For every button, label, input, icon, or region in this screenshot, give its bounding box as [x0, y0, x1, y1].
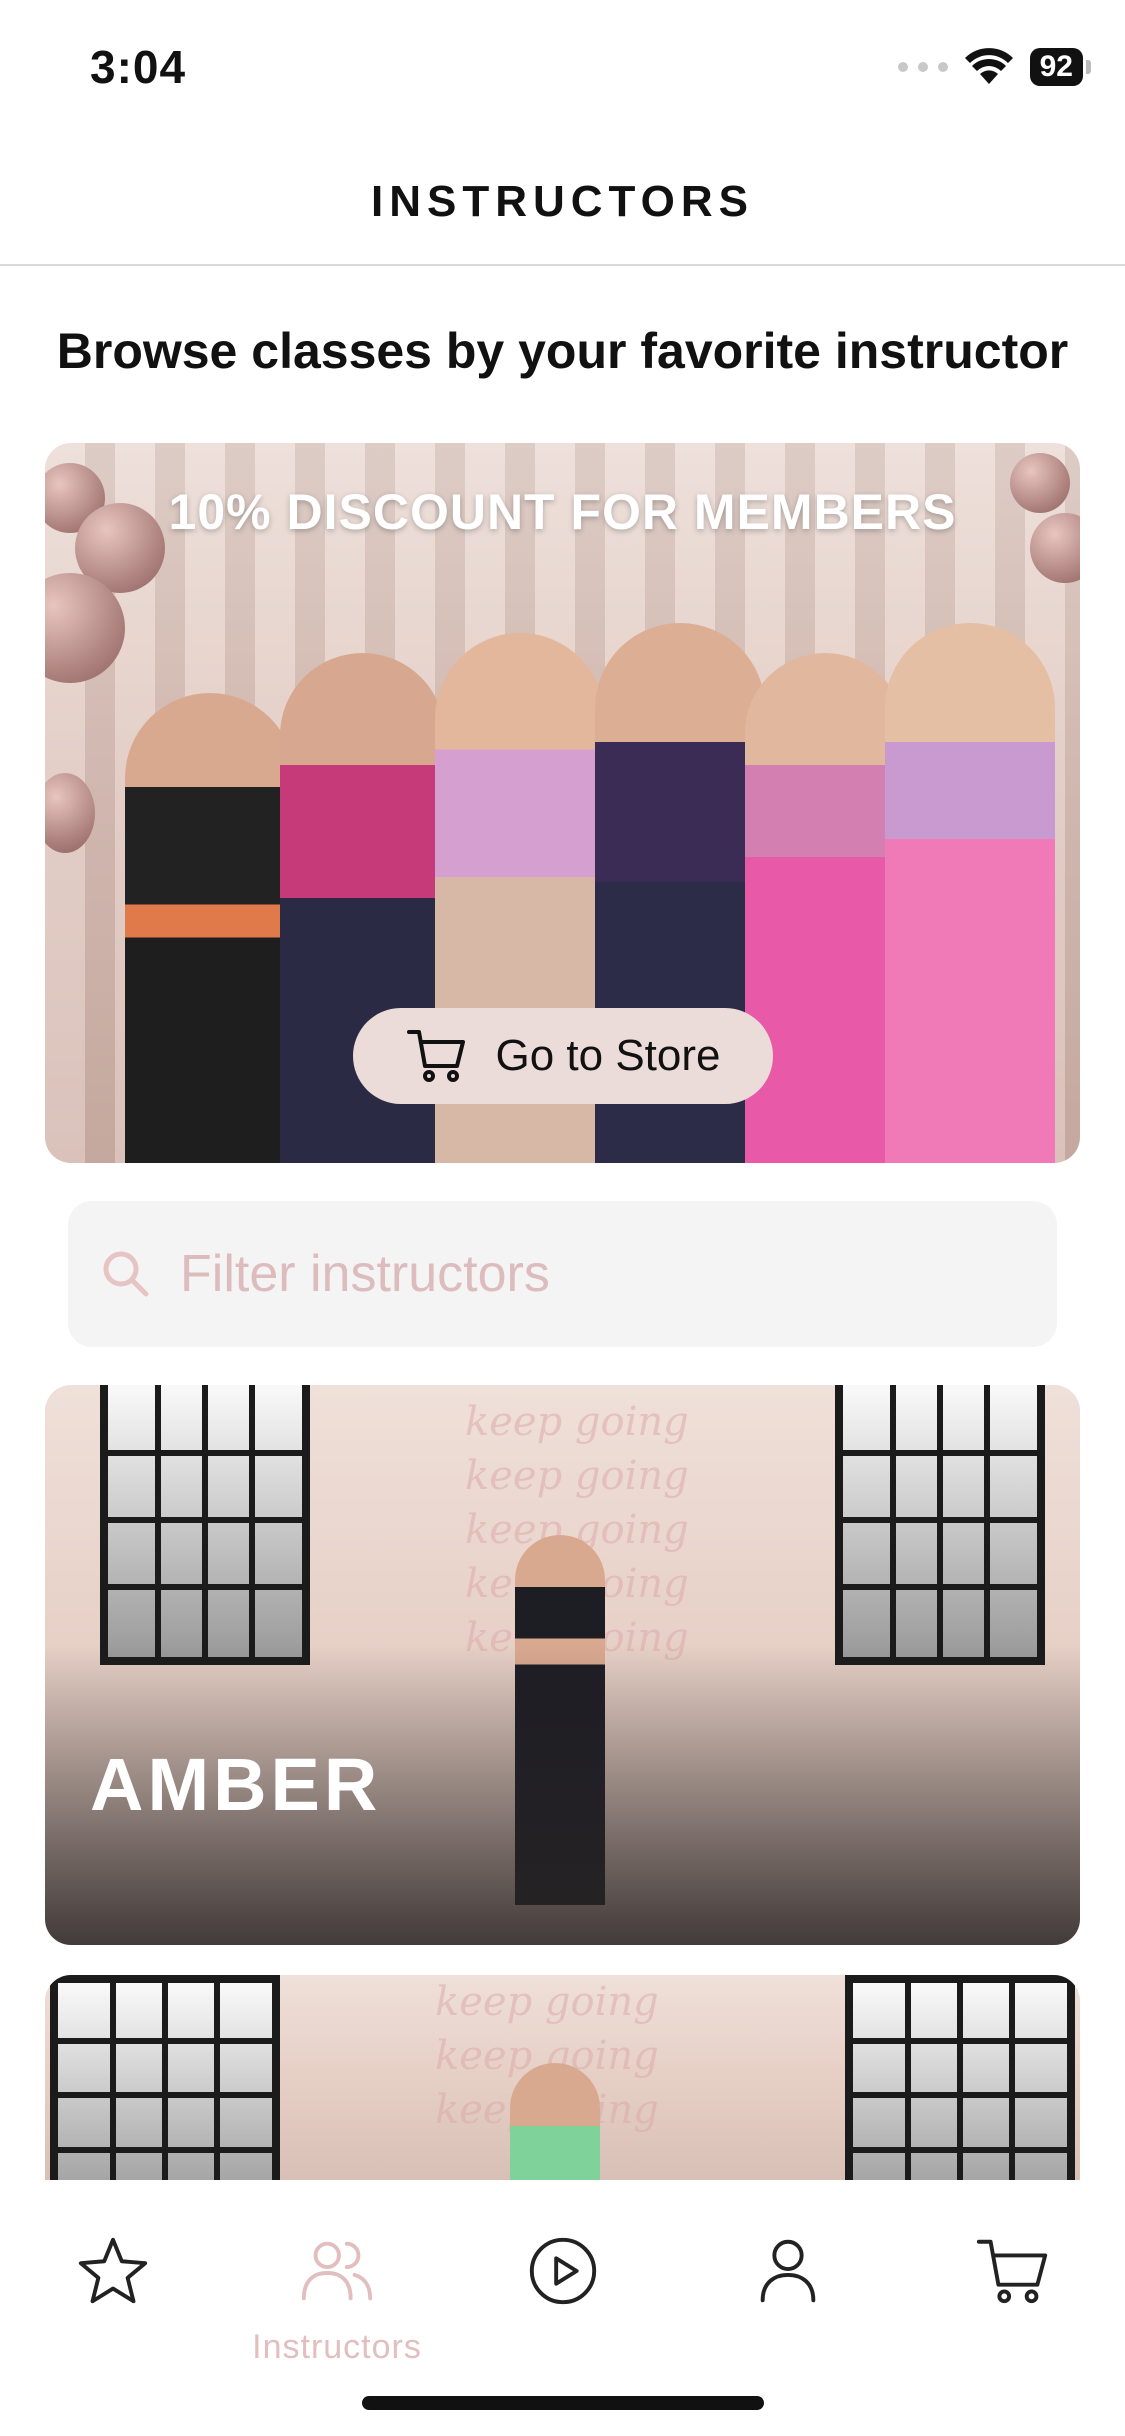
status-time: 3:04: [90, 41, 187, 93]
studio-window: [845, 1975, 1075, 2180]
studio-window: [100, 1385, 310, 1665]
person-figure: [125, 693, 295, 1163]
promo-banner[interactable]: 10% DISCOUNT FOR MEMBERS Go to Store: [45, 443, 1080, 1163]
instructors-screen: 3:04 92 INSTRUCTORS Browse classes by yo…: [0, 0, 1125, 2436]
profile-icon: [760, 2239, 816, 2303]
tab-label: Instructors: [252, 2328, 422, 2366]
cellular-signal-icon: [897, 62, 948, 72]
home-indicator: [362, 2396, 764, 2410]
bottom-tab-bar: Instructors: [0, 2180, 1125, 2436]
cart-icon: [976, 2239, 1048, 2304]
cart-icon: [407, 1030, 466, 1082]
go-to-store-button[interactable]: Go to Store: [353, 1008, 773, 1104]
tab-profile[interactable]: [718, 2232, 858, 2402]
tab-play[interactable]: [493, 2232, 633, 2402]
status-indicators: 92: [897, 48, 1092, 86]
status-bar: 3:04 92: [0, 0, 1125, 140]
instructors-icon: [301, 2241, 373, 2301]
person-figure: [745, 653, 905, 1163]
search-icon: [103, 1251, 149, 1297]
promo-title: 10% DISCOUNT FOR MEMBERS: [168, 484, 957, 540]
instructor-card-amber[interactable]: keep going keep going keep going keep going…: [45, 1385, 1080, 1945]
instructor-card[interactable]: keep going keep going keep going: [45, 1975, 1080, 2180]
instructor-name: AMBER: [90, 1743, 382, 1826]
person-figure: [885, 623, 1055, 1163]
star-icon: [78, 2237, 148, 2304]
studio-window: [50, 1975, 280, 2180]
app-header: INSTRUCTORS: [0, 140, 1125, 266]
battery-indicator: 92: [1029, 48, 1092, 86]
instructor-figure: [510, 2063, 600, 2180]
filter-instructors-input[interactable]: [180, 1244, 1040, 1304]
page-title: INSTRUCTORS: [371, 177, 754, 226]
go-to-store-label: Go to Store: [495, 1031, 721, 1080]
tab-favorites[interactable]: [43, 2232, 183, 2402]
search-bar[interactable]: [68, 1201, 1057, 1347]
studio-window: [835, 1385, 1045, 1665]
play-icon: [529, 2237, 597, 2305]
wifi-icon: [964, 48, 1013, 84]
tab-cart[interactable]: [944, 2232, 1084, 2402]
page-subtitle: Browse classes by your favorite instruct…: [56, 323, 1069, 379]
tab-instructors[interactable]: Instructors: [252, 2232, 421, 2402]
